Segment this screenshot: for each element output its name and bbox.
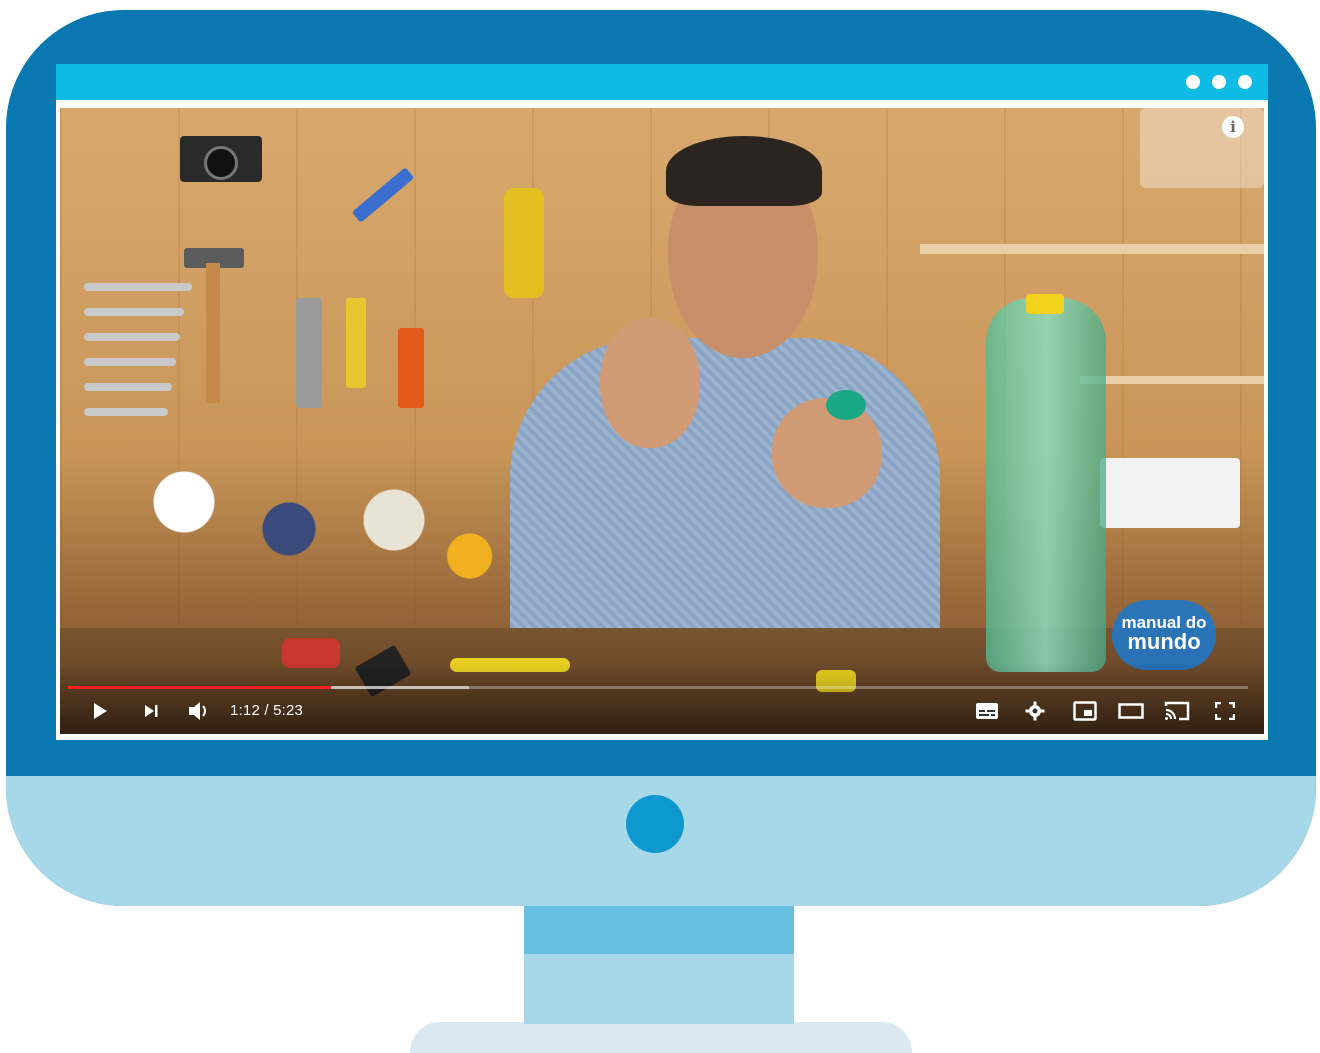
cast-icon[interactable] <box>1160 696 1194 726</box>
wrench-prop <box>84 358 176 366</box>
dot <box>1238 75 1252 89</box>
browser-window: manual do mundo i 1:12 / 5:23 <box>56 64 1268 740</box>
monitor-neck-upper <box>524 906 794 954</box>
browser-title-bar <box>56 64 1268 100</box>
wrench-prop <box>84 308 184 316</box>
monitor-illustration: manual do mundo i 1:12 / 5:23 <box>0 0 1320 1053</box>
clamp-prop <box>504 188 544 298</box>
wrench-prop <box>84 333 180 341</box>
monitor-neck-lower <box>524 954 794 1024</box>
time-display: 1:12 / 5:23 <box>230 702 304 719</box>
wrench-prop <box>84 383 172 391</box>
pliers-prop <box>296 298 322 408</box>
more-dots-icon[interactable] <box>1186 75 1252 89</box>
play-icon[interactable] <box>82 696 118 726</box>
bottle-cap-prop <box>826 390 866 420</box>
control-bar: 1:12 / 5:23 <box>60 696 1264 726</box>
fullscreen-icon[interactable] <box>1208 696 1242 726</box>
jars-prop <box>100 448 520 628</box>
theater-icon[interactable] <box>1114 696 1148 726</box>
dot <box>1212 75 1226 89</box>
wrench-prop <box>84 283 192 291</box>
presenter-hand <box>772 398 882 508</box>
presenter-hand <box>600 318 700 448</box>
scissors-prop <box>351 167 415 223</box>
pliers-prop <box>398 328 424 408</box>
bottles-prop <box>1140 108 1264 188</box>
channel-logo: manual do mundo <box>1112 600 1216 670</box>
miniplayer-icon[interactable] <box>1068 696 1102 726</box>
volume-icon[interactable] <box>182 696 216 726</box>
logo-line-1: manual do <box>1121 613 1207 632</box>
logo-line-2: mundo <box>1127 629 1201 654</box>
wrench-prop <box>84 408 168 416</box>
camera-prop <box>180 136 262 182</box>
progress-played <box>68 686 332 689</box>
shelf <box>920 244 1264 254</box>
settings-icon[interactable] <box>1020 696 1050 726</box>
hammer-handle-prop <box>206 263 220 403</box>
shelf <box>1080 376 1264 384</box>
pliers-prop <box>346 298 366 388</box>
presenter-hair <box>666 136 822 206</box>
monitor-foot <box>410 1022 912 1053</box>
power-button[interactable] <box>626 795 684 853</box>
water-bottle-prop <box>986 298 1106 672</box>
bottle-cap-yellow <box>1026 294 1064 314</box>
tray-prop <box>1100 458 1240 528</box>
next-icon[interactable] <box>136 696 166 726</box>
progress-bar[interactable] <box>68 686 1248 689</box>
info-icon[interactable]: i <box>1222 116 1244 138</box>
subtitles-icon[interactable] <box>972 696 1002 726</box>
dot <box>1186 75 1200 89</box>
video-player[interactable]: manual do mundo i 1:12 / 5:23 <box>60 108 1264 734</box>
